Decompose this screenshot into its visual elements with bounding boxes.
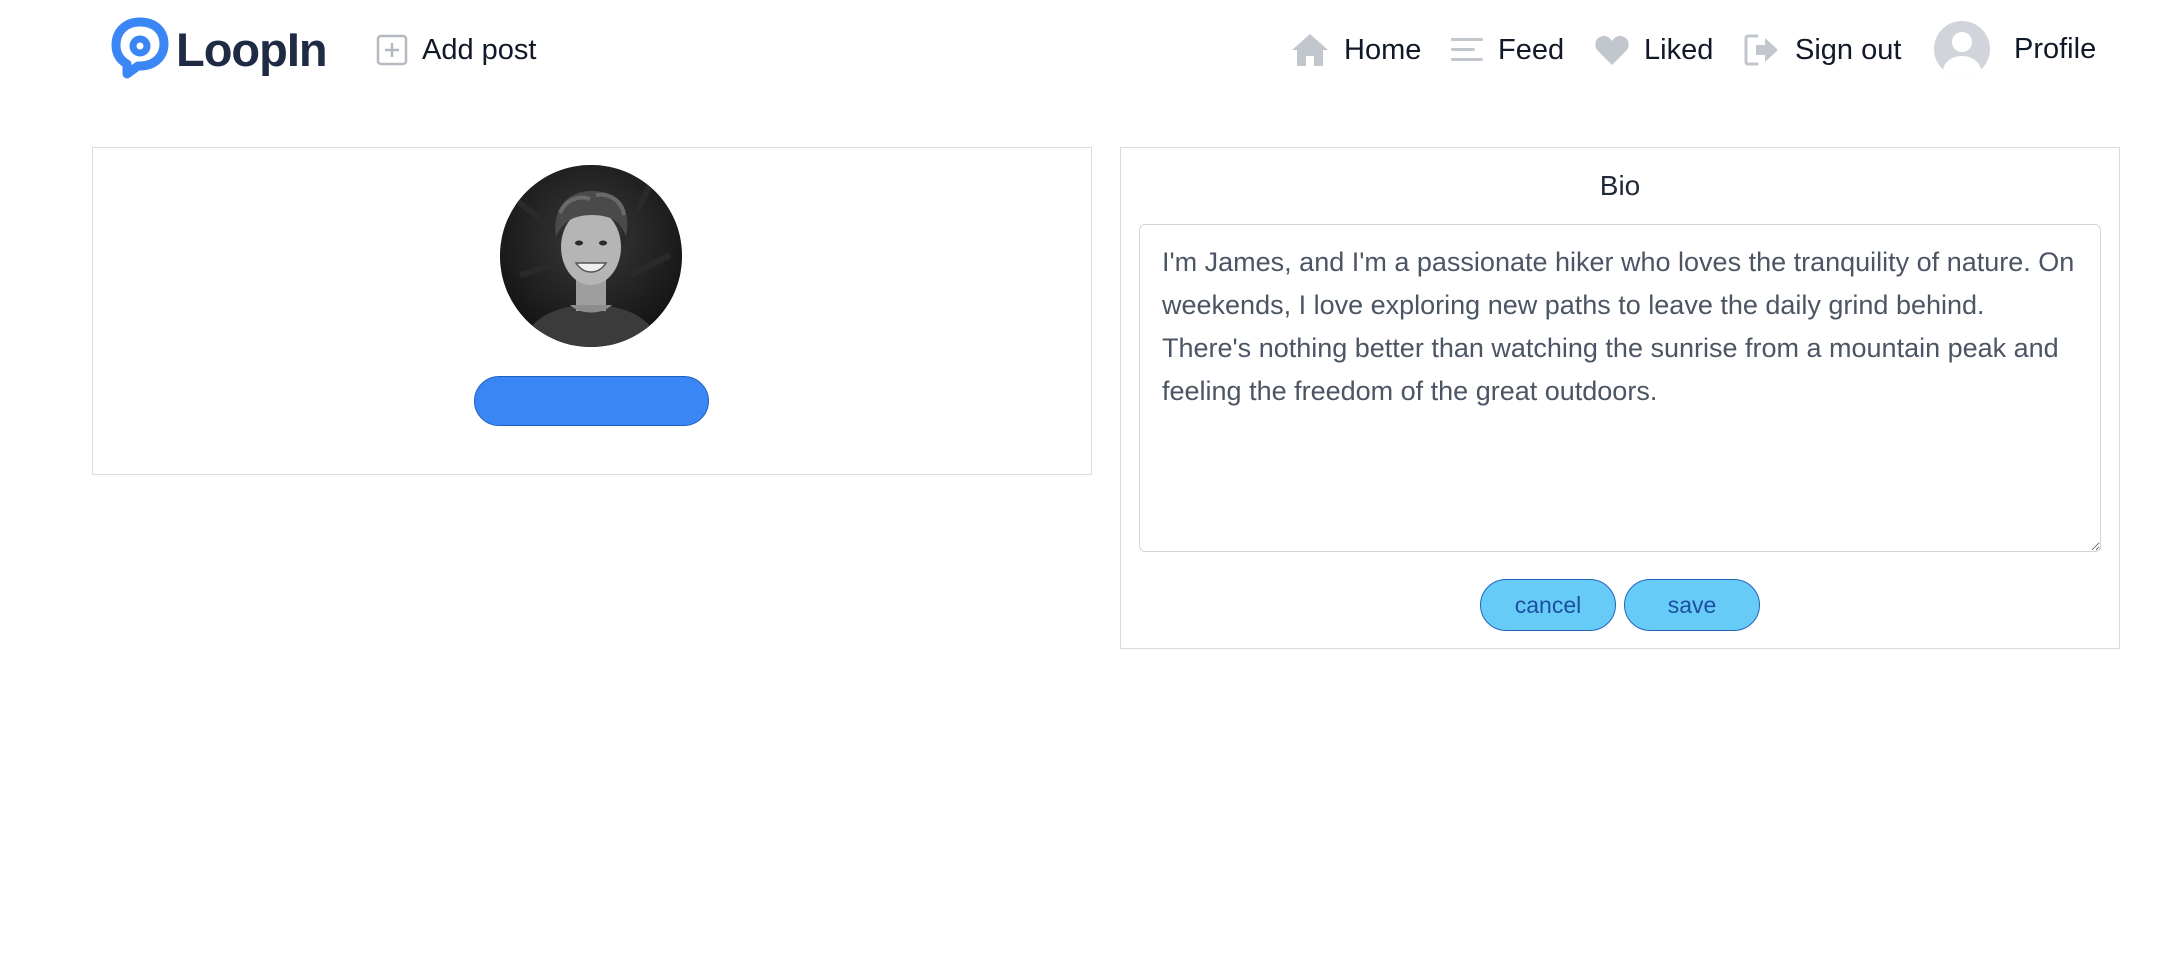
nav-feed[interactable]: Feed	[1450, 26, 1564, 74]
change-photo-button[interactable]	[474, 376, 709, 426]
loopin-logo-icon	[111, 17, 169, 79]
profile-photo-card	[92, 147, 1092, 475]
nav-profile-label: Profile	[2014, 32, 2097, 65]
plus-square-icon	[376, 34, 408, 66]
save-button[interactable]: save	[1624, 579, 1760, 631]
nav-profile[interactable]: Profile	[1934, 20, 2096, 78]
nav-home[interactable]: Home	[1290, 26, 1421, 74]
loopin-logo[interactable]: LoopIn	[110, 16, 328, 82]
nav-feed-label: Feed	[1498, 33, 1565, 66]
heart-icon	[1595, 35, 1629, 65]
nav-add-post[interactable]: Add post	[376, 26, 536, 74]
cancel-button[interactable]: cancel	[1480, 579, 1616, 631]
bio-card: Bio I'm James, and I'm a passionate hike…	[1120, 147, 2120, 649]
home-icon	[1292, 34, 1328, 66]
nav-sign-out-label: Sign out	[1795, 33, 1902, 66]
nav-home-label: Home	[1344, 33, 1422, 66]
profile-photo	[500, 165, 682, 347]
brand-name: LoopIn	[176, 22, 328, 76]
nav-liked-label: Liked	[1644, 33, 1714, 66]
user-avatar-icon	[1934, 21, 1990, 77]
nav-liked[interactable]: Liked	[1594, 26, 1713, 74]
bio-actions: cancel save	[1121, 579, 2119, 631]
sign-out-icon	[1744, 34, 1778, 66]
nav-sign-out[interactable]: Sign out	[1743, 26, 1901, 74]
top-navbar: LoopIn Add post Home Feed Liked Sign out…	[0, 0, 2178, 100]
bio-title: Bio	[1599, 170, 1641, 201]
nav-add-post-label: Add post	[422, 33, 537, 66]
feed-lines-icon	[1451, 38, 1483, 61]
bio-textarea[interactable]: I'm James, and I'm a passionate hiker wh…	[1139, 224, 2101, 552]
